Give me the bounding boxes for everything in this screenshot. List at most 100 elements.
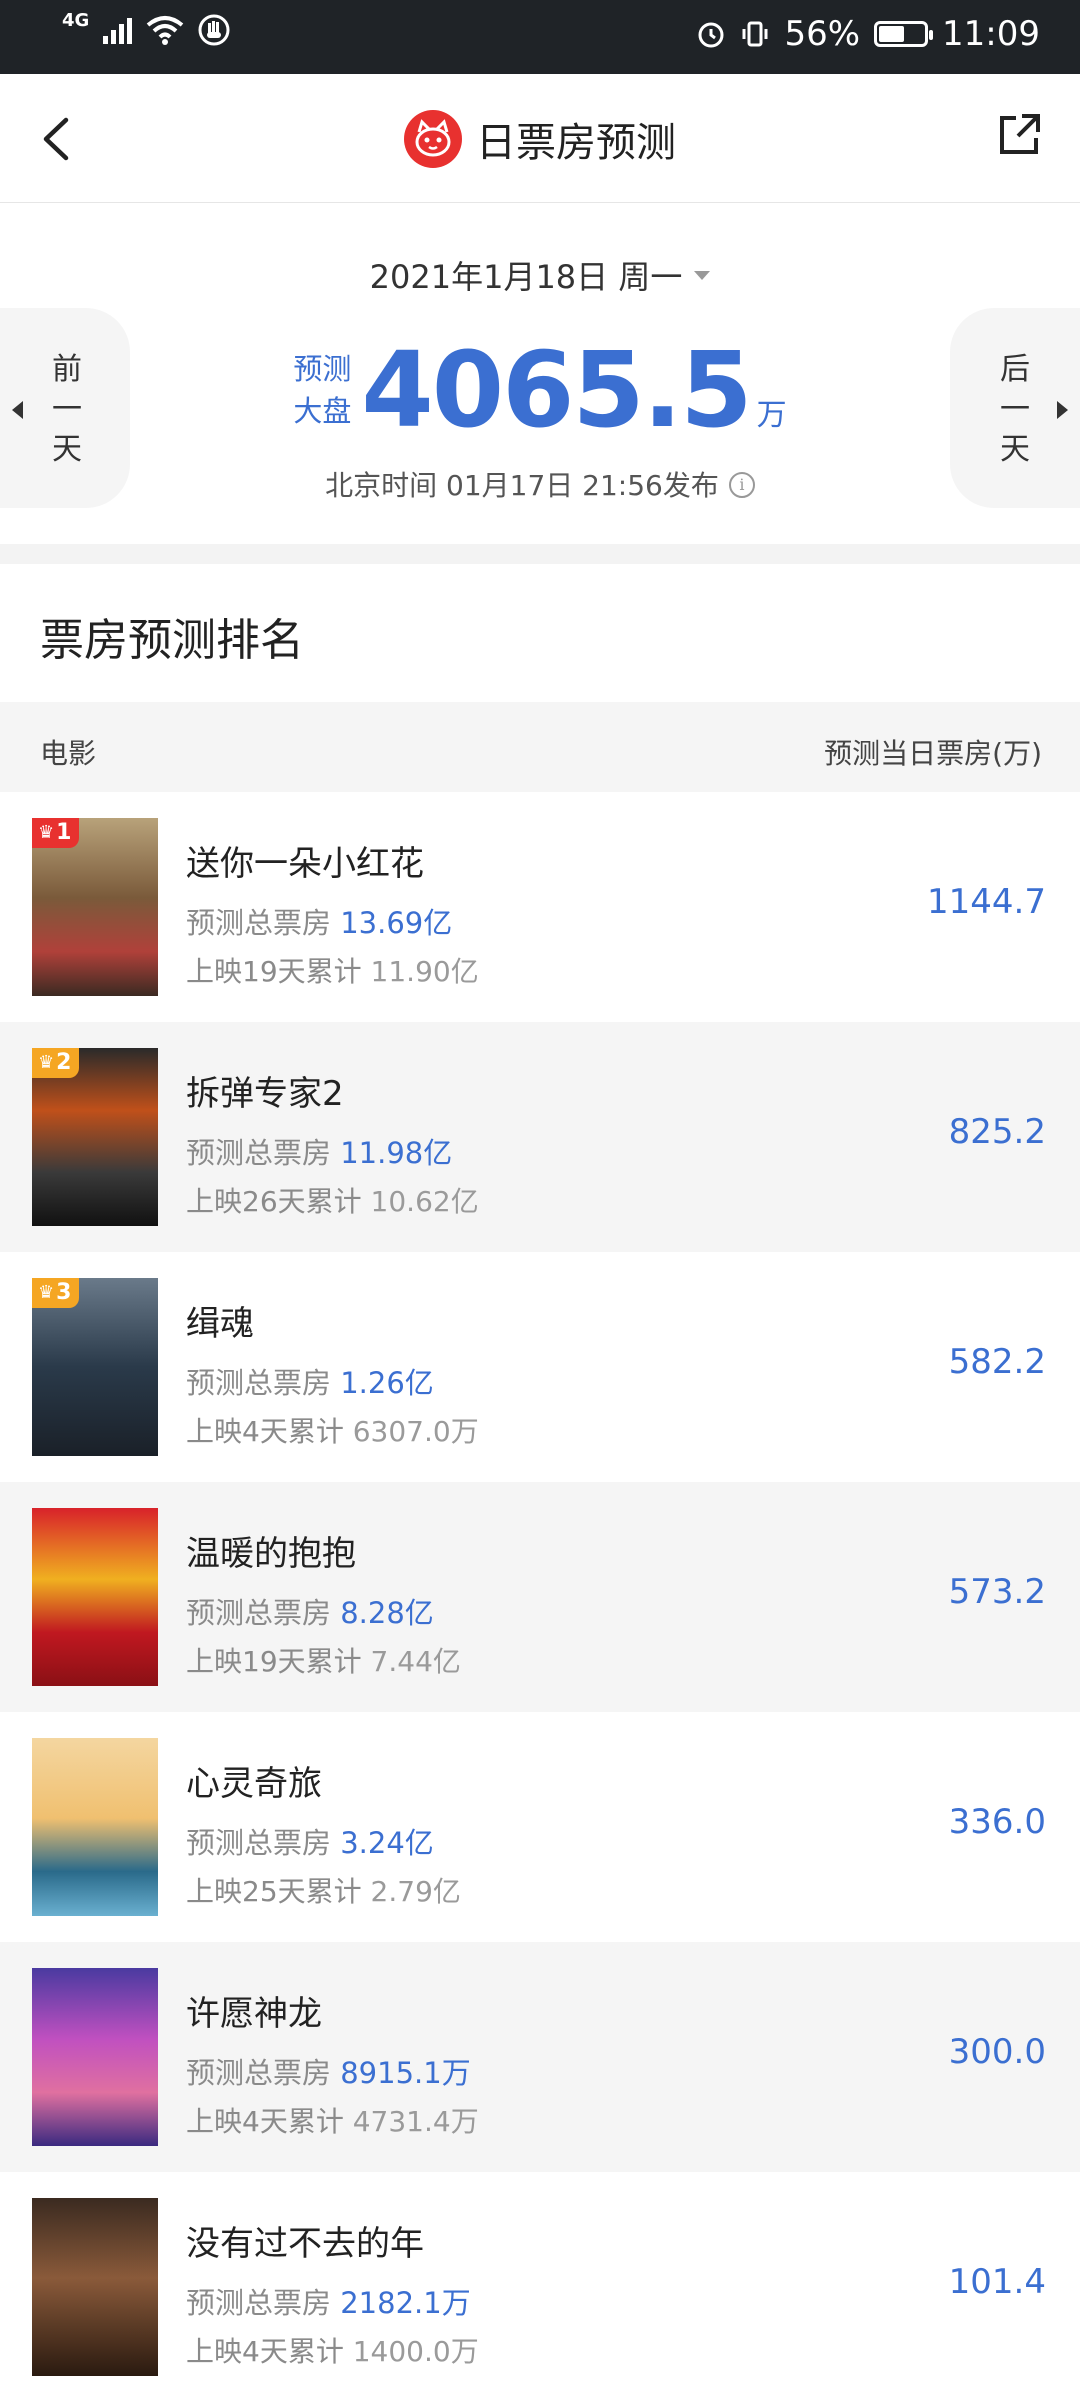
- publish-time: 北京时间 01月17日 21:56发布 i: [0, 464, 1080, 504]
- info-icon[interactable]: i: [728, 472, 755, 498]
- share-icon: [1000, 114, 1040, 154]
- caret-down-icon: [694, 270, 711, 280]
- movie-cumulative: 上映19天累计 7.44亿: [186, 1640, 461, 1680]
- movie-poster[interactable]: ♛ 1: [32, 818, 158, 996]
- cum-label: 上映4天累计: [186, 2105, 344, 2138]
- signal-icon: [103, 16, 133, 44]
- forecast-value: 4065.5: [361, 329, 752, 451]
- movie-poster[interactable]: ♛ 3: [32, 1278, 158, 1456]
- movie-total-forecast: 预测总票房 8915.1万: [186, 2050, 471, 2092]
- cum-value: 10.62亿: [370, 1185, 479, 1218]
- forecast-total: 预测 大盘 4065.5 万: [0, 338, 1080, 442]
- movie-poster[interactable]: [32, 2198, 158, 2376]
- total-value: 3.24亿: [340, 1826, 434, 1860]
- hand-badge-icon: [198, 14, 230, 46]
- movie-poster[interactable]: [32, 1738, 158, 1916]
- cum-value: 6307.0万: [352, 1415, 479, 1448]
- cum-label: 上映25天累计: [186, 1875, 362, 1908]
- movie-title: 没有过不去的年: [186, 2224, 424, 2264]
- movie-row[interactable]: 没有过不去的年 预测总票房 2182.1万 上映4天累计 1400.0万 101.4: [0, 2172, 1080, 2402]
- movie-daily-forecast: 336.0: [948, 1802, 1046, 1842]
- page-title: 日票房预测: [476, 120, 676, 166]
- forecast-label-line2: 大盘: [293, 394, 352, 428]
- total-value: 2182.1万: [340, 2286, 471, 2320]
- total-label: 预测总票房: [186, 906, 332, 940]
- date-selector[interactable]: 2021年1月18日 周一: [0, 252, 1080, 298]
- cum-value: 7.44亿: [370, 1645, 461, 1678]
- movie-total-forecast: 预测总票房 8.28亿: [186, 1590, 434, 1632]
- movie-total-forecast: 预测总票房 3.24亿: [186, 1820, 434, 1862]
- movie-daily-forecast: 1144.7: [927, 882, 1046, 922]
- total-label: 预测总票房: [186, 1826, 332, 1860]
- section-divider: [0, 544, 1080, 564]
- maoyan-logo-icon: [404, 110, 462, 168]
- movie-title: 温暖的抱抱: [186, 1534, 356, 1574]
- forecast-label-line1: 预测: [293, 352, 352, 386]
- movie-cumulative: 上映26天累计 10.62亿: [186, 1180, 479, 1220]
- movie-cumulative: 上映4天累计 4731.4万: [186, 2100, 479, 2140]
- movie-daily-forecast: 825.2: [948, 1112, 1046, 1152]
- movie-row[interactable]: ♛ 1 送你一朵小红花 预测总票房 13.69亿 上映19天累计 11.90亿 1144.…: [0, 792, 1080, 1022]
- movie-list: ♛ 1 送你一朵小红花 预测总票房 13.69亿 上映19天累计 11.90亿 1144.…: [0, 792, 1080, 2402]
- status-bar: 4G 56% 11:09: [0, 0, 1080, 74]
- movie-daily-forecast: 573.2: [948, 1572, 1046, 1612]
- crown-icon: ♛: [38, 1282, 55, 1303]
- total-label: 预测总票房: [186, 2056, 332, 2090]
- rank-badge: ♛ 2: [32, 1048, 80, 1078]
- table-header: 电影 预测当日票房(万): [0, 702, 1080, 792]
- movie-cumulative: 上映4天累计 6307.0万: [186, 1410, 479, 1450]
- battery-icon: [874, 21, 934, 47]
- total-label: 预测总票房: [186, 1596, 332, 1630]
- rank-badge: ♛ 3: [32, 1278, 80, 1308]
- date-label: 2021年1月18日 周一: [369, 258, 683, 296]
- movie-title: 拆弹专家2: [186, 1074, 344, 1114]
- vibrate-icon: [740, 19, 770, 49]
- section-title: 票房预测排名: [40, 615, 304, 666]
- cum-value: 4731.4万: [352, 2105, 479, 2138]
- movie-daily-forecast: 300.0: [948, 2032, 1046, 2072]
- rank-number: 1: [56, 820, 72, 845]
- movie-total-forecast: 预测总票房 13.69亿: [186, 900, 452, 942]
- forecast-label: 预测 大盘: [293, 348, 351, 432]
- network-type: 4G: [62, 9, 90, 31]
- battery-percent: 56%: [784, 14, 861, 54]
- cum-value: 11.90亿: [370, 955, 479, 988]
- clock: 11:09: [942, 14, 1040, 54]
- column-forecast: 预测当日票房(万): [824, 737, 1042, 770]
- movie-total-forecast: 预测总票房 2182.1万: [186, 2280, 471, 2322]
- total-label: 预测总票房: [186, 1366, 332, 1400]
- rank-number: 2: [56, 1050, 72, 1075]
- rank-number: 3: [56, 1280, 72, 1305]
- movie-row[interactable]: ♛ 3 缉魂预测总票房 1.26亿上映4天累计 6307.0万 582.2: [0, 1252, 1080, 1482]
- movie-title: 许愿神龙: [186, 1994, 322, 2034]
- total-value: 8915.1万: [340, 2056, 471, 2090]
- share-button[interactable]: [994, 110, 1044, 160]
- total-value: 11.98亿: [340, 1136, 453, 1170]
- total-value: 8.28亿: [340, 1596, 434, 1630]
- total-label: 预测总票房: [186, 1136, 332, 1170]
- movie-poster[interactable]: [32, 1968, 158, 2146]
- forecast-unit: 万: [756, 398, 787, 433]
- crown-icon: ♛: [38, 822, 55, 843]
- publish-text: 北京时间 01月17日 21:56发布: [325, 469, 719, 502]
- movie-total-forecast: 预测总票房 1.26亿: [186, 1360, 434, 1402]
- movie-daily-forecast: 582.2: [948, 1342, 1046, 1382]
- movie-poster[interactable]: [32, 1508, 158, 1686]
- total-value: 1.26亿: [340, 1366, 434, 1400]
- rank-badge: ♛ 1: [32, 818, 80, 848]
- movie-title: 心灵奇旅: [186, 1764, 322, 1804]
- movie-row[interactable]: 温暖的抱抱 预测总票房 8.28亿 上映19天累计 7.44亿 573.2: [0, 1482, 1080, 1712]
- movie-row[interactable]: ♛ 2 拆弹专家2 预测总票房 11.98亿上映26天累计 10.62亿 825.2: [0, 1022, 1080, 1252]
- cum-label: 上映26天累计: [186, 1185, 362, 1218]
- movie-cumulative: 上映4天累计 1400.0万: [186, 2330, 479, 2370]
- movie-poster[interactable]: ♛ 2: [32, 1048, 158, 1226]
- cum-label: 上映19天累计: [186, 955, 362, 988]
- cum-value: 2.79亿: [370, 1875, 461, 1908]
- movie-row[interactable]: 许愿神龙 预测总票房 8915.1万 上映4天累计 4731.4万 300.0: [0, 1942, 1080, 2172]
- movie-title: 缉魂: [186, 1304, 254, 1344]
- column-movie: 电影: [40, 737, 97, 770]
- wifi-icon: [146, 15, 184, 45]
- alarm-icon: [696, 19, 726, 49]
- total-value: 13.69亿: [340, 906, 453, 940]
- movie-row[interactable]: 心灵奇旅预测总票房 3.24亿上映25天累计 2.79亿 336.0: [0, 1712, 1080, 1942]
